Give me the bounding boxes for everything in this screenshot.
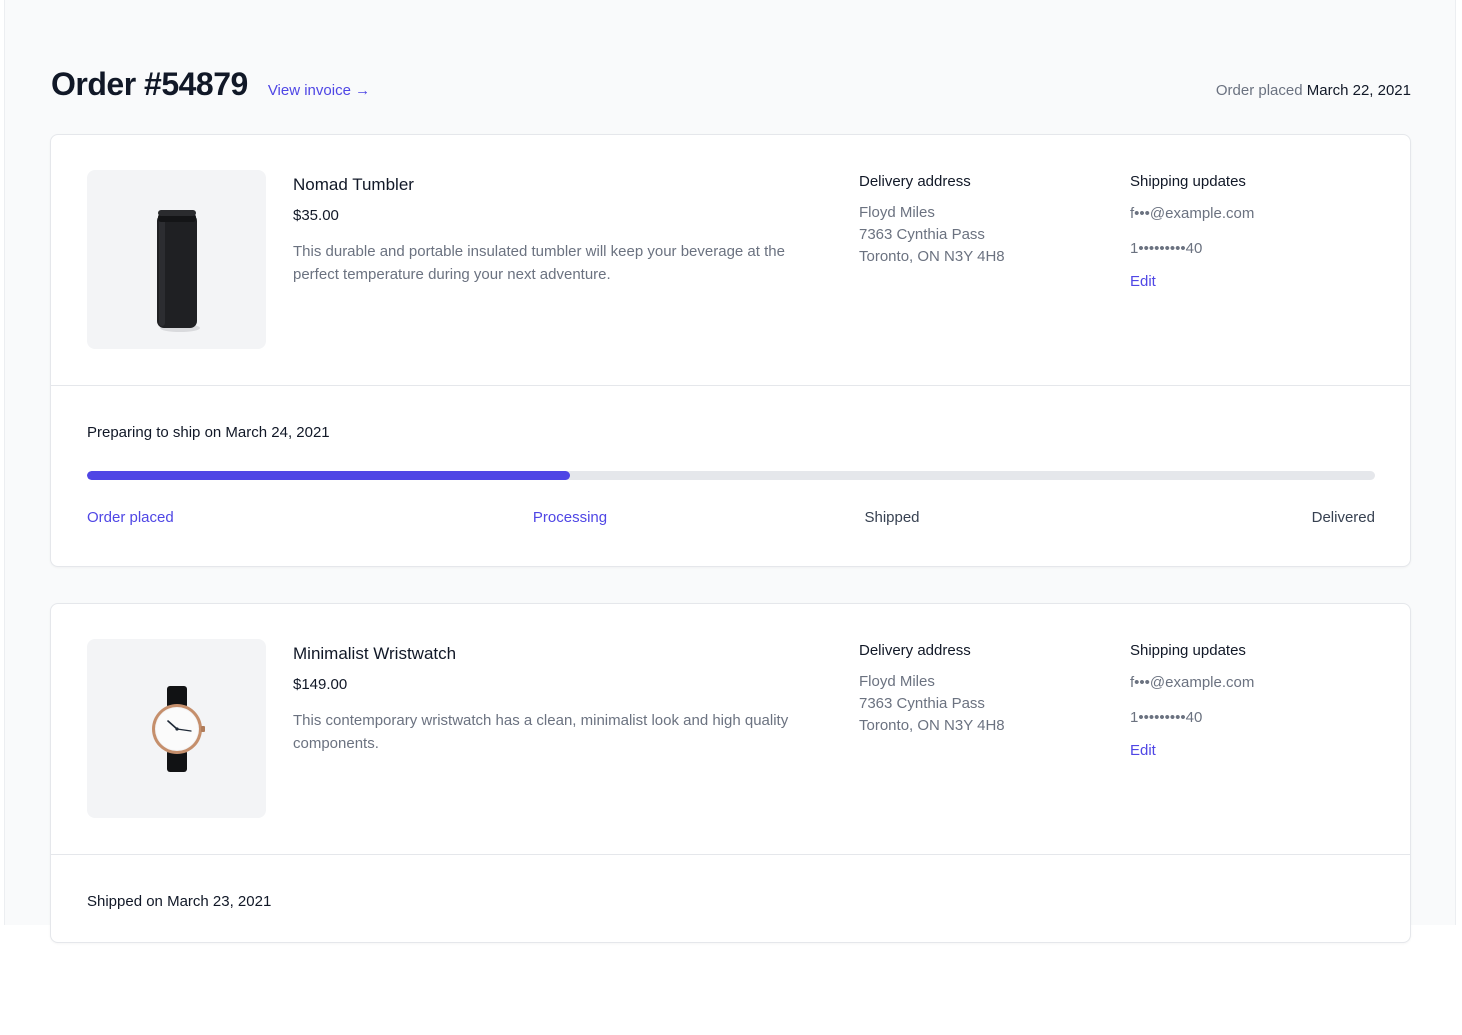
tumbler-icon: [156, 209, 200, 332]
order-item-card: Nomad Tumbler $35.00 This durable and po…: [50, 134, 1411, 567]
shipping-updates: Shipping updates f•••@example.com 1•••••…: [1130, 173, 1370, 291]
order-progress: Shipped on March 23, 2021: [51, 855, 1410, 1035]
delivery-address-heading: Delivery address: [859, 173, 971, 190]
shipping-status: Shipped on March 23, 2021: [87, 893, 272, 910]
product-price: $149.00: [293, 676, 348, 693]
progress-track: [87, 471, 1375, 480]
wristwatch-icon: [151, 685, 205, 772]
address-line: 7363 Cynthia Pass: [859, 695, 985, 712]
order-placed-label: Order placed: [1215, 82, 1303, 99]
address-line: Floyd Miles: [859, 673, 935, 690]
shipping-phone: 1•••••••••40: [1130, 240, 1203, 257]
tumbler-image: [87, 170, 266, 349]
step-order-placed: Order placed: [87, 509, 174, 526]
order-page: Order #54879 View invoice → Order placed…: [4, 0, 1456, 943]
wristwatch-image: [87, 639, 266, 818]
order-placed-date: Order placed March 22, 2021: [1216, 82, 1411, 99]
order-header-left: Order #54879 View invoice →: [51, 66, 370, 103]
shipping-phone: 1•••••••••40: [1130, 709, 1203, 726]
address-line: Floyd Miles: [859, 204, 935, 221]
delivery-address-heading: Delivery address: [859, 642, 971, 659]
order-placed-value: March 22, 2021: [1306, 82, 1411, 99]
address-line: 7363 Cynthia Pass: [859, 226, 985, 243]
progress-fill: [87, 471, 570, 480]
product-name: Minimalist Wristwatch: [293, 644, 457, 663]
progress-steps: Order placed Processing Shipped Delivere…: [87, 509, 1375, 529]
edit-shipping-button[interactable]: Edit: [1130, 273, 1156, 290]
shipping-updates-heading: Shipping updates: [1130, 642, 1246, 659]
edit-shipping-button[interactable]: Edit: [1130, 742, 1156, 759]
product-price: $35.00: [293, 207, 339, 224]
address-line: Toronto, ON N3Y 4H8: [859, 248, 1005, 265]
address-line: Toronto, ON N3Y 4H8: [859, 717, 1005, 734]
address-lines: Floyd Miles 7363 Cynthia Pass Toronto, O…: [859, 202, 1099, 268]
product-info: Nomad Tumbler $35.00 This durable and po…: [293, 175, 828, 286]
step-shipped: Shipped: [864, 509, 920, 526]
delivery-address: Delivery address Floyd Miles 7363 Cynthi…: [859, 173, 1099, 268]
address-lines: Floyd Miles 7363 Cynthia Pass Toronto, O…: [859, 671, 1099, 737]
product-info: Minimalist Wristwatch $149.00 This conte…: [293, 644, 828, 755]
order-header: Order #54879 View invoice → Order placed…: [51, 66, 1411, 110]
shipping-updates: Shipping updates f•••@example.com 1•••••…: [1130, 642, 1370, 760]
product-name: Nomad Tumbler: [293, 175, 414, 194]
step-processing: Processing: [532, 509, 608, 526]
product-description: This contemporary wristwatch has a clean…: [293, 712, 789, 752]
order-item-details: Minimalist Wristwatch $149.00 This conte…: [51, 604, 1410, 855]
order-item-card: Minimalist Wristwatch $149.00 This conte…: [50, 603, 1411, 943]
order-item-details: Nomad Tumbler $35.00 This durable and po…: [51, 135, 1410, 386]
shipping-updates-heading: Shipping updates: [1130, 173, 1246, 190]
delivery-address: Delivery address Floyd Miles 7363 Cynthi…: [859, 642, 1099, 737]
view-invoice-link[interactable]: View invoice →: [268, 82, 370, 99]
order-title: Order #54879: [51, 66, 248, 102]
step-delivered: Delivered: [1311, 509, 1375, 526]
product-description: This durable and portable insulated tumb…: [293, 243, 785, 283]
order-progress: Preparing to ship on March 24, 2021 Orde…: [51, 386, 1410, 566]
shipping-email: f•••@example.com: [1130, 674, 1255, 691]
shipping-status: Preparing to ship on March 24, 2021: [87, 424, 330, 441]
shipping-email: f•••@example.com: [1130, 205, 1255, 222]
